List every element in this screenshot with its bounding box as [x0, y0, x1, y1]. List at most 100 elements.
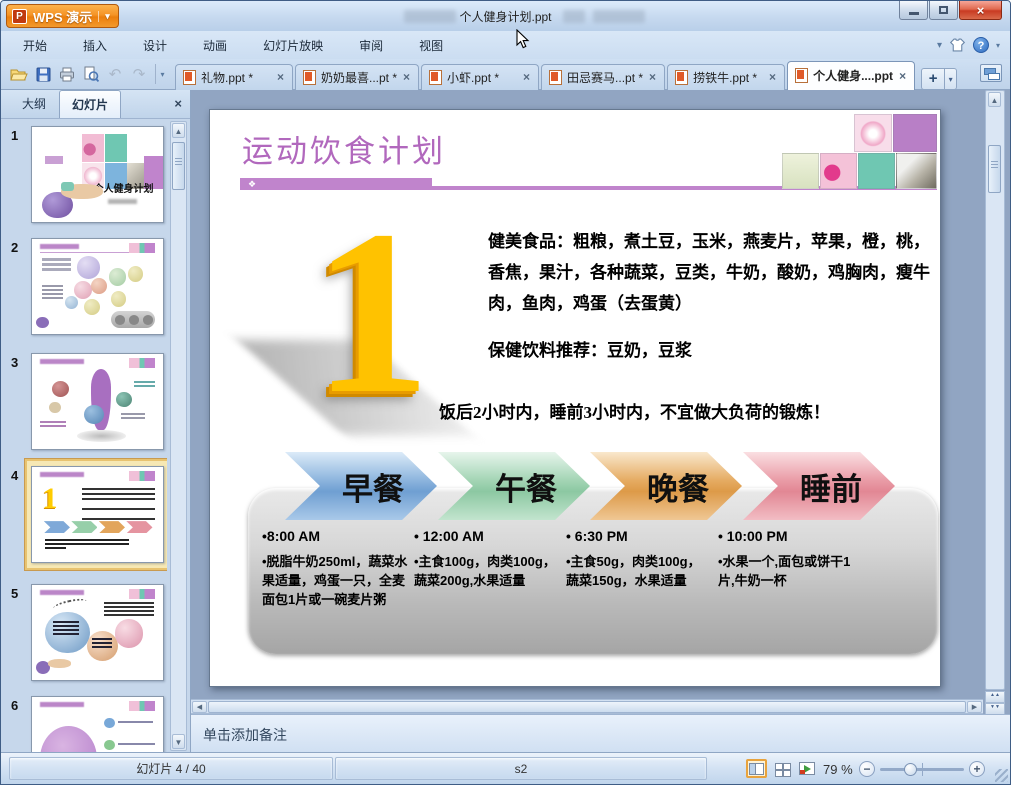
redacted-text: [563, 10, 585, 23]
thumbnail-preview[interactable]: [31, 238, 164, 335]
current-slide-canvas[interactable]: 运动饮食计划 ❖ 1 健美食品：粗粮，煮土豆，玉米，燕麦片，苹果，橙，桃，香焦，…: [209, 109, 941, 687]
deco-arc-text: [52, 596, 88, 614]
meal-detail-breakfast[interactable]: •8:00 AM •脱脂牛奶250ml，蔬菜水果适量，鸡蛋一只，全麦面包1片或一…: [262, 528, 408, 609]
horizontal-scrollbar-thumb[interactable]: [208, 701, 966, 713]
deco-person: [47, 659, 72, 668]
thumbnail-slide-6[interactable]: 6: [1, 696, 167, 754]
deco-text-lines: [118, 720, 153, 723]
minimize-button[interactable]: [899, 1, 928, 20]
chevron-down-icon[interactable]: ▾: [937, 40, 942, 51]
menu-animation[interactable]: 动画: [189, 32, 241, 59]
tab-close-icon[interactable]: ×: [768, 70, 777, 84]
paragraph-foods[interactable]: 健美食品：粗粮，煮土豆，玉米，燕麦片，苹果，橙，桃，香焦，果汁，各种蔬菜，豆类，…: [488, 226, 940, 319]
doc-tab-liwu[interactable]: 礼物.ppt * ×: [175, 63, 293, 90]
doc-tab-fitness-active[interactable]: 个人健身....ppt ×: [787, 60, 916, 90]
save-icon[interactable]: [33, 64, 53, 84]
slideshow-button[interactable]: [796, 759, 817, 778]
menu-insert[interactable]: 插入: [69, 32, 121, 59]
skin-theme-icon[interactable]: [949, 37, 966, 53]
print-icon[interactable]: [57, 64, 77, 84]
undo-icon[interactable]: ↶: [105, 64, 125, 84]
tab-close-icon[interactable]: ×: [648, 70, 657, 84]
new-tab-caret-icon[interactable]: ▾: [945, 67, 958, 90]
zoom-slider-handle[interactable]: [904, 763, 917, 776]
restore-button[interactable]: [929, 1, 958, 20]
thumbnail-slide-3[interactable]: 3: [1, 353, 167, 452]
zoom-out-button[interactable]: −: [859, 761, 875, 777]
notes-area[interactable]: 单击添加备注: [191, 714, 1010, 754]
help-caret-icon[interactable]: ▾: [996, 41, 1000, 50]
thumbnail-preview[interactable]: [31, 696, 164, 754]
open-file-icon[interactable]: [9, 64, 29, 84]
panel-scrollbar-thumb[interactable]: [172, 142, 185, 190]
print-preview-icon[interactable]: [81, 64, 101, 84]
deco-base-ellipse: [76, 430, 127, 443]
thumbnail-preview[interactable]: [31, 353, 164, 450]
tab-close-icon[interactable]: ×: [276, 70, 285, 84]
thumbnail-preview[interactable]: 个人健身计划: [31, 126, 164, 223]
paragraph-drinks[interactable]: 保健饮料推荐：豆奶，豆浆: [488, 336, 940, 361]
deco-title-bar: [39, 471, 85, 478]
tab-outline[interactable]: 大纲: [9, 89, 59, 118]
vertical-scrollbar[interactable]: ▲: [985, 90, 1005, 690]
new-tab-button[interactable]: +: [921, 67, 946, 90]
meal-detail-bedtime[interactable]: • 10:00 PM •水果一个,面包或饼干1片,牛奶一杯: [718, 528, 864, 590]
panel-scrollbar[interactable]: ▲ ▼: [170, 121, 187, 751]
scroll-down-icon[interactable]: ▼: [172, 734, 185, 749]
tab-close-icon[interactable]: ×: [402, 70, 411, 84]
doc-tab-xiaoxia[interactable]: 小虾.ppt * ×: [421, 63, 540, 90]
slide-editor-area: 运动饮食计划 ❖ 1 健美食品：粗粮，煮土豆，玉米，燕麦片，苹果，橙，桃，香焦，…: [191, 90, 1010, 754]
tab-close-icon[interactable]: ×: [898, 69, 907, 83]
toolbar-options-caret-icon[interactable]: ▾: [155, 64, 169, 84]
meal-detail-dinner[interactable]: • 6:30 PM •主食50g，肉类100g，蔬菜150g，水果适量: [566, 528, 712, 590]
doc-tab-nainai[interactable]: 奶奶最喜...pt * ×: [295, 63, 420, 90]
thumbnail-slide-2[interactable]: 2: [1, 238, 167, 337]
switch-window-icon[interactable]: [980, 64, 1002, 82]
close-button[interactable]: ×: [959, 1, 1002, 20]
doc-tab-tianji[interactable]: 田忌赛马...pt * ×: [541, 63, 666, 90]
panel-tabs: 大纲 幻灯片 ×: [1, 90, 190, 119]
vertical-scrollbar-thumb[interactable]: [988, 145, 1001, 193]
deco-notebook-photo: [896, 153, 937, 189]
zoom-in-button[interactable]: +: [969, 761, 985, 777]
scroll-up-icon[interactable]: ▲: [988, 92, 1001, 107]
doc-tab-laotieniu[interactable]: 捞铁牛.ppt * ×: [667, 63, 786, 90]
normal-view-button[interactable]: [746, 759, 767, 778]
meal-detail-lunch[interactable]: • 12:00 AM •主食100g，肉类100g，蔬菜200g,水果适量: [414, 528, 560, 590]
ppt-file-icon: [183, 69, 196, 85]
paragraph-warning[interactable]: 饭后2小时内，睡前3小时内，不宜做大负荷的锻炼！: [439, 398, 929, 423]
menu-view[interactable]: 视图: [405, 32, 457, 59]
scroll-left-icon[interactable]: ◀: [192, 701, 207, 713]
deco-text-lines: [81, 487, 156, 490]
menu-start[interactable]: 开始: [9, 32, 61, 59]
deco-subtitle-blur: [107, 199, 137, 204]
slide-title[interactable]: 运动饮食计划: [242, 126, 446, 171]
slide-sorter-button[interactable]: [772, 759, 793, 778]
deco-circle: [73, 280, 93, 299]
thumbnail-slide-5[interactable]: 5: [1, 584, 167, 683]
thumbnail-slide-4-selected[interactable]: 4 1: [1, 458, 167, 571]
thumbnail-preview[interactable]: 1: [31, 466, 164, 563]
zoom-level: 79 %: [823, 762, 853, 777]
scroll-up-icon[interactable]: ▲: [172, 123, 185, 138]
redo-icon[interactable]: ↷: [129, 64, 149, 84]
menu-slideshow[interactable]: 幻灯片放映: [249, 32, 337, 59]
panel-close-icon[interactable]: ×: [174, 96, 182, 111]
horizontal-scrollbar[interactable]: ◀ ▶: [191, 699, 983, 714]
tab-close-icon[interactable]: ×: [522, 70, 531, 84]
thumbnail-preview[interactable]: [31, 584, 164, 681]
previous-slide-icon[interactable]: ▲▲: [985, 691, 1005, 703]
deco-mini-arrow-orange: [98, 521, 125, 534]
scroll-right-icon[interactable]: ▶: [967, 701, 982, 713]
help-icon[interactable]: ?: [972, 37, 989, 53]
resize-grip[interactable]: [995, 769, 1008, 782]
menu-design[interactable]: 设计: [129, 32, 181, 59]
thumbnail-slide-1[interactable]: 1 个人健身计划: [1, 126, 167, 225]
tab-slides[interactable]: 幻灯片: [59, 90, 122, 118]
slide-nav-buttons: ▲▲ ▼▼: [985, 691, 1005, 715]
menu-review[interactable]: 审阅: [345, 32, 397, 59]
deco-text-lines: [134, 380, 156, 383]
quick-toolbar: ↶ ↷ ▾ 礼物.ppt * × 奶奶最喜...pt * × 小虾.ppt * …: [1, 59, 1010, 90]
wps-window: P WPS 演示 ▾ 个人健身计划.ppt × 开始 插入 设计 动画 幻灯片放…: [0, 0, 1011, 785]
ppt-file-icon: [429, 69, 443, 85]
